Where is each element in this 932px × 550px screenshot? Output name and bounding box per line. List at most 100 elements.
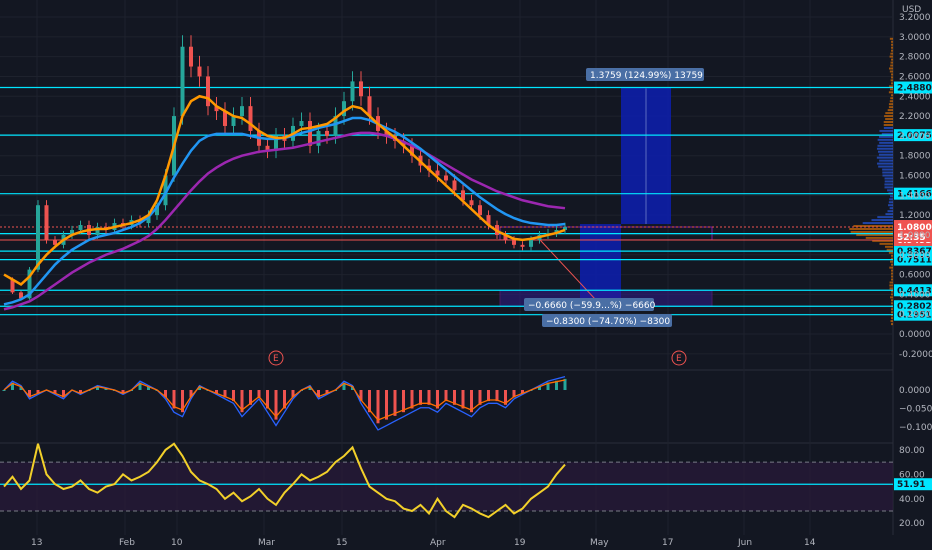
price-tick-label: 0.4000 — [899, 290, 931, 300]
candle-body — [529, 240, 533, 247]
candle-body — [325, 131, 329, 136]
candle-body — [351, 81, 355, 101]
price-tick-label: 2.4000 — [899, 92, 931, 102]
volume-profile-bar — [879, 136, 893, 138]
volume-profile-bar — [878, 151, 893, 153]
volume-profile-bar — [891, 276, 893, 278]
volume-profile-bar — [889, 267, 893, 269]
candle-body — [198, 67, 202, 77]
volume-profile-bar — [890, 53, 893, 55]
trading-chart[interactable]: 1.3759 (124.99%) 13759 −0.6660 (−59.9…%) … — [0, 0, 932, 550]
macd-histogram-bar — [402, 390, 405, 412]
price-tick-label: 1.2000 — [899, 211, 931, 221]
volume-profile-bar — [885, 186, 893, 188]
candle-body — [478, 205, 482, 215]
volume-profile-bar — [889, 103, 893, 105]
volume-profile-bar — [891, 44, 893, 46]
macd-histogram-bar — [394, 390, 397, 416]
volume-profile-bar — [891, 79, 893, 81]
volume-profile-bar — [884, 115, 893, 117]
volume-profile-bar — [878, 139, 893, 141]
earnings-marker-label: E — [273, 354, 279, 364]
price-tick-label: 0.6000 — [899, 271, 931, 281]
volume-profile-bar — [885, 246, 893, 248]
price-tick-label: 2.6000 — [899, 72, 931, 82]
volume-profile-bar — [879, 160, 893, 162]
macd-tick-label: 0.0000 — [899, 386, 931, 396]
volume-profile-bar — [891, 47, 893, 49]
volume-profile-bar — [891, 323, 893, 325]
time-tick-label: May — [590, 538, 609, 548]
volume-profile-bar — [889, 198, 893, 200]
volume-profile-bar — [877, 157, 893, 159]
volume-profile-bar — [885, 213, 893, 215]
volume-profile-bar — [889, 91, 893, 93]
volume-profile-bar — [878, 166, 893, 168]
volume-profile-bar — [891, 308, 893, 310]
price-tick-label: 3.0000 — [899, 33, 931, 43]
candle-body — [181, 47, 185, 116]
candle-body — [317, 131, 321, 146]
volume-profile-bar — [890, 287, 893, 289]
price-tick-label: 0.2000 — [899, 310, 931, 320]
volume-profile-bar — [879, 243, 893, 245]
candle-body — [444, 176, 448, 181]
price-tick-label: 2.8000 — [899, 53, 931, 63]
volume-profile-bar — [871, 219, 893, 221]
candle-body — [79, 225, 83, 230]
volume-profile-bar — [882, 169, 893, 171]
rsi-band — [0, 462, 893, 511]
macd-tick-label: −0.1000 — [899, 423, 932, 433]
macd-histogram-bar — [3, 390, 6, 391]
candle-body — [189, 47, 193, 67]
volume-profile-bar — [879, 142, 893, 144]
candle-body — [36, 205, 40, 269]
volume-profile-bar — [890, 100, 893, 102]
volume-profile-bar — [890, 320, 893, 322]
volume-profile-bar — [891, 273, 893, 275]
volume-profile-bar — [888, 109, 893, 111]
rsi-value-label: 51.91 — [897, 480, 925, 490]
candle-body — [359, 81, 363, 96]
volume-profile-bar — [890, 195, 893, 197]
currency-label: USD — [902, 5, 921, 15]
measurement-label: −0.8300 (−74.70%) −8300 — [546, 317, 670, 327]
price-tick-label: 1.8000 — [899, 152, 931, 162]
rsi-tick-label: 80.00 — [899, 446, 925, 456]
volume-profile-bar — [851, 231, 893, 233]
price-tick-label: 1.0000 — [899, 231, 931, 241]
measurement-label: 1.3759 (124.99%) 13759 — [590, 71, 703, 81]
volume-profile-bar — [885, 112, 893, 114]
volume-profile-bar — [891, 255, 893, 257]
volume-profile-bar — [877, 163, 893, 165]
volume-profile-bar — [891, 73, 893, 75]
volume-profile-bar — [887, 249, 893, 251]
volume-profile-bar — [878, 145, 893, 147]
candle-body — [300, 121, 304, 126]
time-tick-label: 17 — [662, 538, 673, 548]
volume-profile-bar — [891, 270, 893, 272]
volume-profile-bar — [889, 68, 893, 70]
volume-profile-bar — [889, 106, 893, 108]
volume-profile-bar — [890, 261, 893, 263]
price-tick-label: 2.0000 — [899, 132, 931, 142]
rsi-tick-label: 20.00 — [899, 519, 925, 529]
volume-profile-bar — [849, 228, 893, 230]
time-tick-label: 19 — [514, 538, 526, 548]
volume-profile-bar — [882, 172, 893, 174]
price-tick-label: 0.0000 — [899, 330, 931, 340]
candle-body — [512, 240, 516, 245]
volume-profile-bar — [890, 97, 893, 99]
candle-body — [521, 245, 525, 247]
time-tick-label: Jun — [737, 538, 752, 548]
volume-profile-bar — [863, 222, 893, 224]
volume-profile-bar — [890, 38, 893, 40]
volume-profile-bar — [891, 62, 893, 64]
volume-profile-bar — [891, 302, 893, 304]
volume-profile-bar — [889, 201, 893, 203]
volume-profile-bar — [889, 252, 893, 254]
time-tick-label: 10 — [171, 538, 183, 548]
volume-profile-bar — [890, 56, 893, 58]
macd-histogram-bar — [385, 390, 388, 420]
volume-profile-bar — [891, 264, 893, 266]
